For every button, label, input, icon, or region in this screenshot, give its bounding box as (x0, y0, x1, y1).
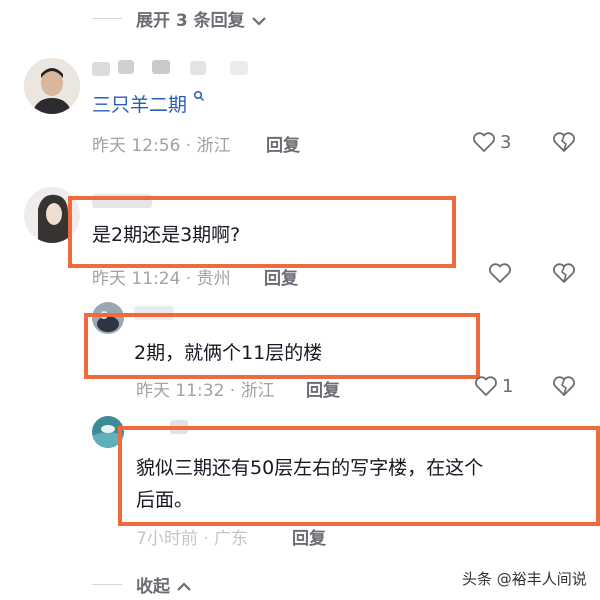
chevron-down-icon (251, 15, 267, 27)
comment-text-line: 貌似三期还有50层左右的写字楼，在这个 (136, 457, 484, 479)
dislike-icon[interactable] (552, 262, 576, 284)
divider-line (92, 584, 122, 585)
expand-replies-button[interactable]: 展开 3 条回复 (136, 6, 267, 31)
like-icon[interactable] (488, 262, 512, 284)
mention-link[interactable]: 三只羊二期 (92, 90, 205, 117)
reply-button[interactable]: 回复 (306, 376, 340, 401)
collapse-button[interactable]: 收起 (136, 572, 192, 597)
dislike-icon[interactable] (552, 375, 576, 397)
comment-time: 昨天 12:56 · 浙江 (92, 136, 231, 156)
blurred-username (118, 60, 134, 74)
dislike-icon[interactable] (552, 131, 576, 153)
search-icon (193, 90, 205, 102)
blurred-username (230, 61, 248, 75)
divider-line (92, 18, 122, 19)
collapse-label: 收起 (136, 577, 170, 597)
comment-time: 昨天 11:24 · 贵州 (92, 269, 231, 289)
like-count: 1 (502, 376, 514, 397)
avatar[interactable] (24, 58, 80, 114)
reply-button[interactable]: 回复 (266, 131, 300, 156)
comment-text: 2期，就俩个11层的楼 (134, 342, 323, 364)
like-icon[interactable] (472, 131, 496, 153)
blurred-username (152, 60, 170, 74)
comment-text-line: 后面。 (136, 489, 194, 511)
blurred-username (92, 62, 110, 76)
like-icon[interactable] (474, 375, 498, 397)
mention-username: 三只羊二期 (92, 94, 188, 116)
comment-text: 貌似三期还有50层左右的写字楼，在这个 后面。 (136, 452, 483, 516)
watermark: 头条 @裕丰人间说 (462, 570, 587, 588)
blurred-username (190, 61, 206, 75)
comment-text: 是2期还是3期啊? (92, 224, 241, 246)
comment-time: 7小时前 · 广东 (136, 529, 249, 549)
chevron-up-icon (176, 581, 192, 593)
expand-replies-label: 展开 3 条回复 (136, 11, 245, 31)
reply-button[interactable]: 回复 (264, 264, 298, 289)
comment-time: 昨天 11:32 · 浙江 (136, 381, 275, 401)
reply-button[interactable]: 回复 (292, 524, 326, 549)
like-count: 3 (500, 132, 512, 153)
